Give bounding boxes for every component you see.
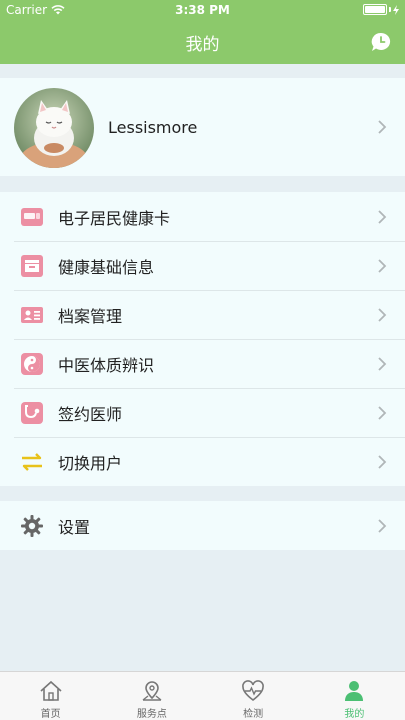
tab-label: 服务点 <box>136 709 167 720</box>
menu-item-label: 设置 <box>58 517 91 537</box>
menu-item-label: 档案管理 <box>58 306 123 326</box>
chat-bubble-icon <box>371 32 391 51</box>
location-pin-icon <box>139 678 165 703</box>
chevron-right-icon <box>378 308 387 322</box>
menu-item-tcm-constitution[interactable]: 中医体质辨识 <box>0 339 405 388</box>
menu-item-label: 切换用户 <box>58 453 123 473</box>
archive-box-icon <box>20 254 44 278</box>
home-icon <box>38 678 64 703</box>
tab-detection[interactable]: 检测 <box>203 672 304 720</box>
menu-group-main: 电子居民健康卡 健康基础信息 档案管理 中医体质辨识 签约医师 切换用户 <box>0 192 405 486</box>
menu-item-label: 中医体质辨识 <box>58 355 155 375</box>
menu-item-contracted-doctor[interactable]: 签约医师 <box>0 388 405 437</box>
tab-mine[interactable]: 我的 <box>304 672 405 720</box>
menu-item-settings[interactable]: 设置 <box>0 501 405 550</box>
chevron-right-icon <box>378 210 387 224</box>
tab-bar: 首页 服务点 检测 我的 <box>0 671 405 720</box>
clock: 3:38 PM <box>175 3 230 17</box>
stethoscope-icon <box>20 401 44 425</box>
status-bar: Carrier 3:38 PM <box>0 0 405 20</box>
nav-bar: 我的 <box>0 20 405 64</box>
chevron-right-icon <box>378 120 387 134</box>
id-card-icon <box>20 303 44 327</box>
chevron-right-icon <box>378 519 387 533</box>
person-icon <box>341 678 367 703</box>
avatar[interactable] <box>14 88 94 168</box>
menu-item-label: 健康基础信息 <box>58 257 155 277</box>
menu-item-health-info[interactable]: 健康基础信息 <box>0 241 405 290</box>
cat-avatar-icon <box>14 88 94 168</box>
tab-home[interactable]: 首页 <box>0 672 101 720</box>
tab-label: 检测 <box>243 709 264 720</box>
tab-label: 首页 <box>40 709 61 720</box>
menu-group-settings: 设置 <box>0 501 405 550</box>
yin-yang-icon <box>20 352 44 376</box>
page-title: 我的 <box>185 34 220 55</box>
switch-arrows-icon <box>20 450 44 474</box>
heart-pulse-icon <box>240 678 266 703</box>
gear-icon <box>20 514 44 538</box>
tab-service-points[interactable]: 服务点 <box>101 672 202 720</box>
chevron-right-icon <box>378 406 387 420</box>
chevron-right-icon <box>378 259 387 273</box>
message-button[interactable] <box>369 30 393 54</box>
chevron-right-icon <box>378 455 387 469</box>
menu-item-switch-user[interactable]: 切换用户 <box>0 437 405 486</box>
profile-row[interactable]: Lessismore <box>0 78 405 176</box>
username: Lessismore <box>108 117 198 137</box>
menu-item-records[interactable]: 档案管理 <box>0 290 405 339</box>
chevron-right-icon <box>378 357 387 371</box>
menu-item-label: 电子居民健康卡 <box>58 208 171 228</box>
tab-label: 我的 <box>344 709 365 720</box>
battery-icon <box>363 4 399 15</box>
menu-item-health-card[interactable]: 电子居民健康卡 <box>0 192 405 241</box>
menu-item-label: 签约医师 <box>58 404 123 424</box>
health-card-icon <box>20 205 44 229</box>
